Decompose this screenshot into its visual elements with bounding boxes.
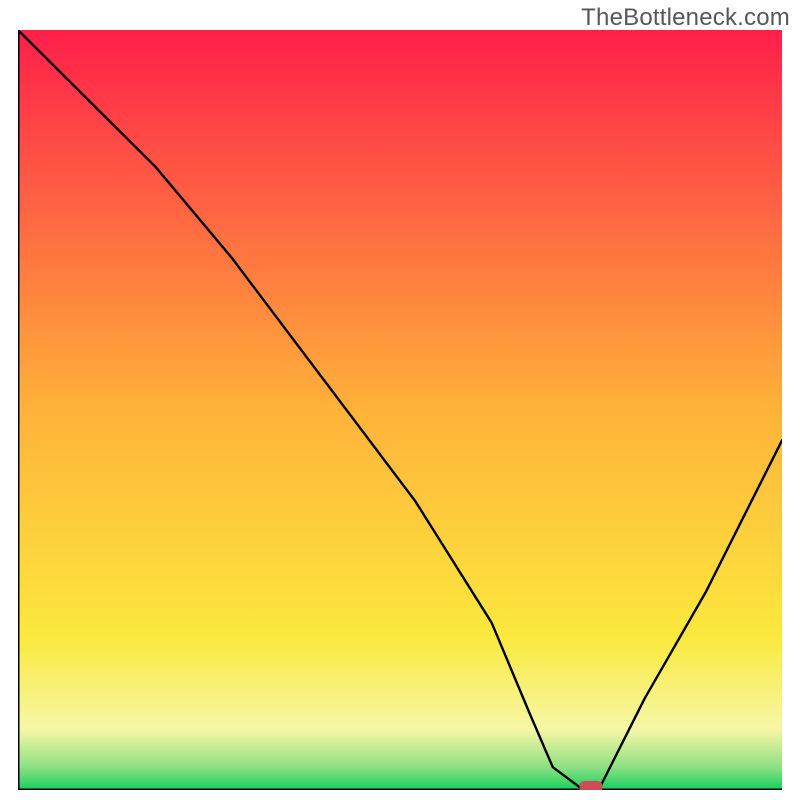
bottleneck-chart bbox=[18, 30, 782, 790]
watermark-text: TheBottleneck.com bbox=[581, 4, 790, 32]
minimum-marker bbox=[580, 781, 603, 790]
chart-container: TheBottleneck.com bbox=[0, 0, 800, 800]
